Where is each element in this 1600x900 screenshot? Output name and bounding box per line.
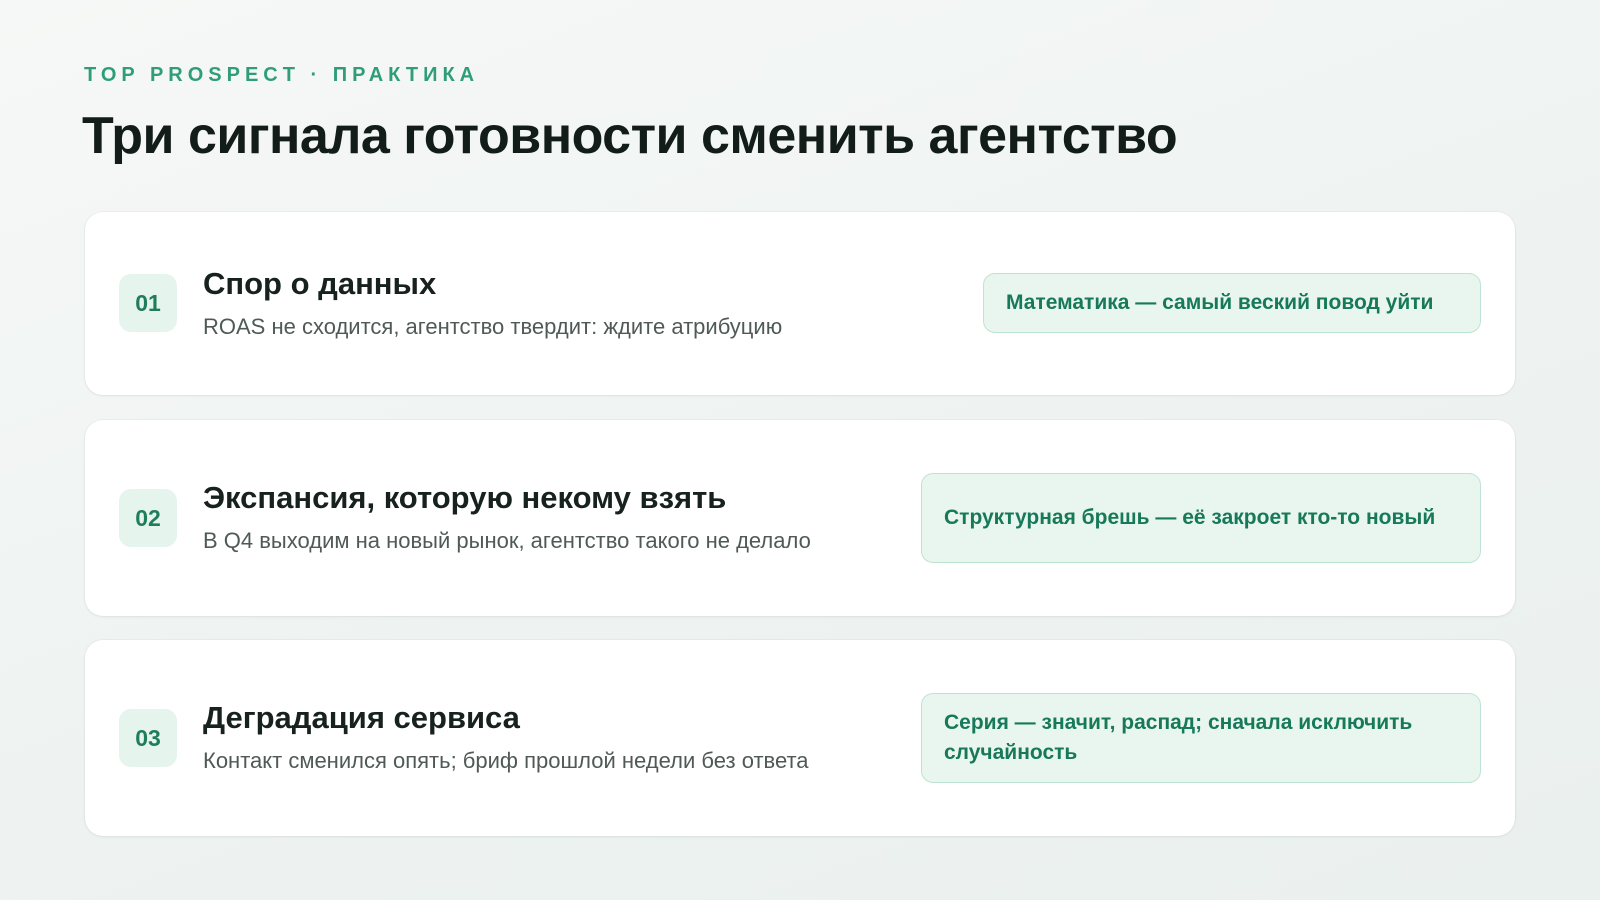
signal-number-badge: 01 [119, 274, 177, 332]
slide: TOP PROSPECT · ПРАКТИКА Три сигнала гото… [0, 0, 1600, 900]
signal-takeaway-tag: Математика — самый веский повод уйти [983, 273, 1481, 333]
signal-title: Спор о данных [203, 266, 437, 301]
signal-card-1: 01 Спор о данных ROAS не сходится, агент… [85, 212, 1515, 395]
signal-title: Деградация сервиса [203, 700, 520, 735]
signal-text: Экспансия, которую некому взять В Q4 вых… [203, 480, 811, 554]
signal-takeaway-tag: Серия — значит, распад; сначала исключит… [921, 693, 1481, 783]
page-title: Три сигнала готовности сменить агентство [82, 107, 1178, 165]
signal-text: Деградация сервиса Контакт сменился опят… [203, 700, 809, 774]
signal-description: Контакт сменился опять; бриф прошлой нед… [203, 748, 809, 773]
signal-card-2: 02 Экспансия, которую некому взять В Q4 … [85, 420, 1515, 616]
signal-number-badge: 03 [119, 709, 177, 767]
signal-text: Спор о данных ROAS не сходится, агентств… [203, 266, 782, 340]
signal-card-3: 03 Деградация сервиса Контакт сменился о… [85, 640, 1515, 836]
signal-description: ROAS не сходится, агентство твердит: жди… [203, 314, 783, 339]
signal-takeaway-tag: Структурная брешь — её закроет кто-то но… [921, 473, 1481, 563]
eyebrow-label: TOP PROSPECT · ПРАКТИКА [84, 64, 480, 86]
signal-number-badge: 02 [119, 489, 177, 547]
signal-title: Экспансия, которую некому взять [203, 480, 727, 515]
signal-description: В Q4 выходим на новый рынок, агентство т… [203, 528, 811, 553]
